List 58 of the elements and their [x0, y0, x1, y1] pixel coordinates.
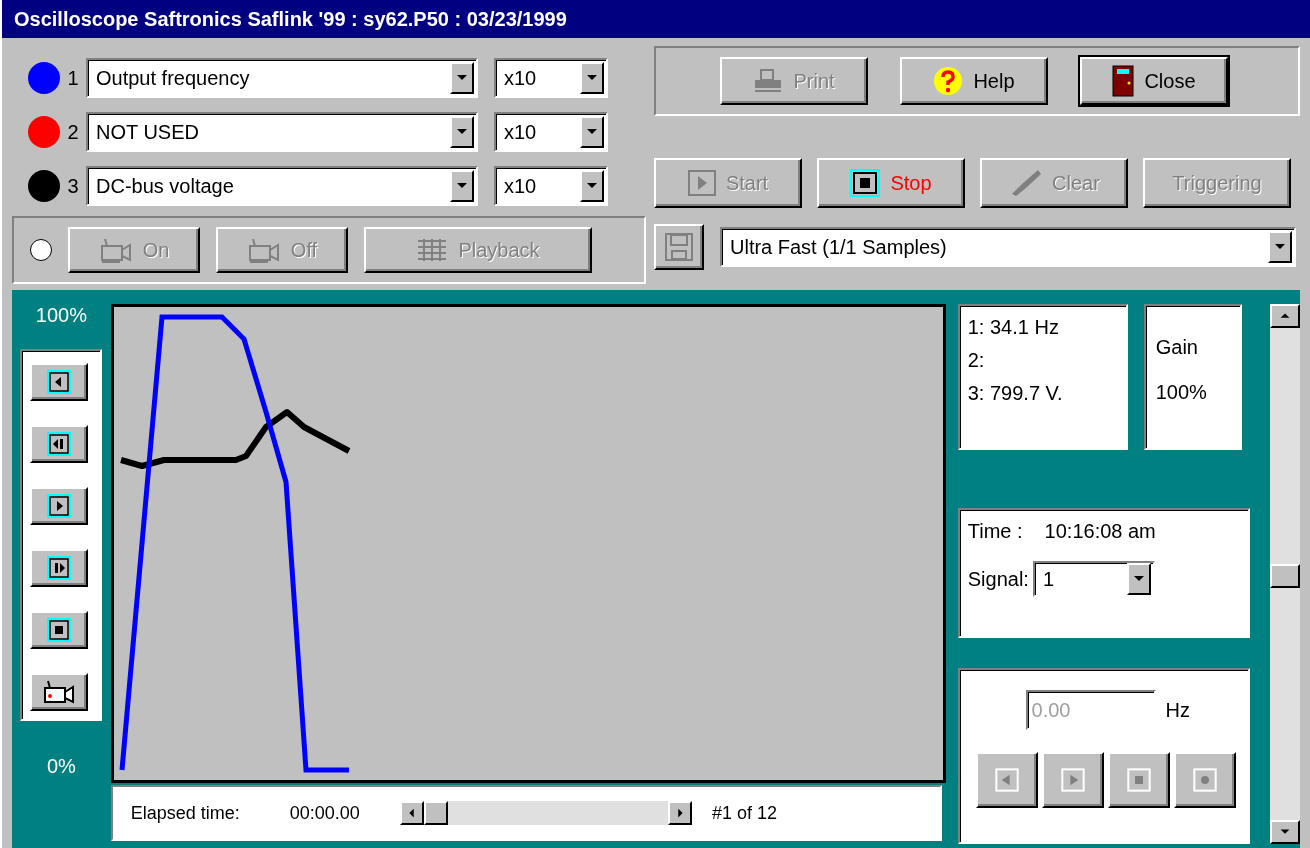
step-back-button[interactable]: [30, 425, 89, 463]
help-button[interactable]: Help: [900, 57, 1048, 105]
printer-icon: [753, 68, 784, 94]
channel-number: 3: [66, 174, 80, 198]
window-title: Oscilloscope Saftronics Saflink '99 : sy62.P50 : 03/23/1999: [14, 7, 567, 31]
channel-number: 1: [66, 66, 80, 90]
signal-dropdown[interactable]: NOT USED: [86, 112, 478, 152]
stop-button[interactable]: [30, 611, 89, 649]
record-counter: #1 of 12: [711, 802, 777, 824]
gain-label: Gain: [1155, 336, 1199, 359]
signal-select[interactable]: 1: [1032, 561, 1155, 597]
axis-label: 0%: [46, 755, 76, 778]
axis-label: 100%: [35, 304, 87, 327]
help-icon: [933, 66, 964, 96]
elapsed-label: Elapsed time:: [130, 802, 240, 824]
scroll-left-button[interactable]: [399, 801, 424, 825]
floppy-icon: [664, 232, 694, 262]
camera-icon: [246, 236, 281, 264]
reading: 1: 34.1 Hz: [967, 316, 1060, 339]
camera-icon: [98, 236, 133, 264]
camera-icon: [42, 678, 77, 706]
reading: 2:: [967, 349, 986, 372]
scroll-thumb[interactable]: [423, 801, 448, 825]
play-button[interactable]: [30, 487, 89, 525]
scale-dropdown[interactable]: x10: [494, 112, 608, 152]
signal-label: Signal:: [967, 567, 1029, 591]
play-icon: [46, 494, 73, 518]
unit-label: Hz: [1165, 698, 1190, 722]
step-forward-button[interactable]: [30, 549, 89, 587]
record-button[interactable]: [30, 673, 89, 711]
scroll-down-button[interactable]: [1270, 820, 1300, 844]
scrollbar[interactable]: [399, 801, 692, 825]
scale-dropdown[interactable]: x10: [494, 166, 608, 206]
scroll-up-button[interactable]: [1270, 304, 1300, 328]
play-icon: [687, 170, 716, 196]
grid-icon: [416, 237, 449, 263]
door-icon: [1112, 65, 1135, 97]
time-value: 10:16:08 am: [1044, 520, 1156, 543]
channel-number: 2: [66, 120, 80, 144]
step-back-icon: [46, 432, 73, 456]
stop-icon: [850, 169, 881, 197]
gain-value: 100%: [1155, 381, 1208, 404]
scroll-thumb[interactable]: [1270, 564, 1300, 588]
square-icon: [1126, 768, 1151, 792]
reverse-icon: [46, 370, 73, 394]
scrollbar[interactable]: [1270, 304, 1300, 844]
step-forward-icon: [46, 556, 73, 580]
close-button[interactable]: Close: [1080, 57, 1228, 105]
stop-icon: [46, 618, 73, 642]
time-label: Time :: [967, 520, 1023, 543]
scale-dropdown[interactable]: x10: [494, 58, 608, 98]
signal-dropdown[interactable]: Output frequency: [86, 58, 478, 98]
elapsed-value: 00:00.00: [289, 802, 360, 824]
reverse-button[interactable]: [30, 363, 89, 401]
speed-dropdown[interactable]: Ultra Fast (1/1 Samples): [720, 227, 1296, 267]
signal-dropdown[interactable]: DC-bus voltage: [86, 166, 478, 206]
scroll-right-button[interactable]: [667, 801, 692, 825]
reading: 3: 799.7 V.: [967, 382, 1064, 405]
